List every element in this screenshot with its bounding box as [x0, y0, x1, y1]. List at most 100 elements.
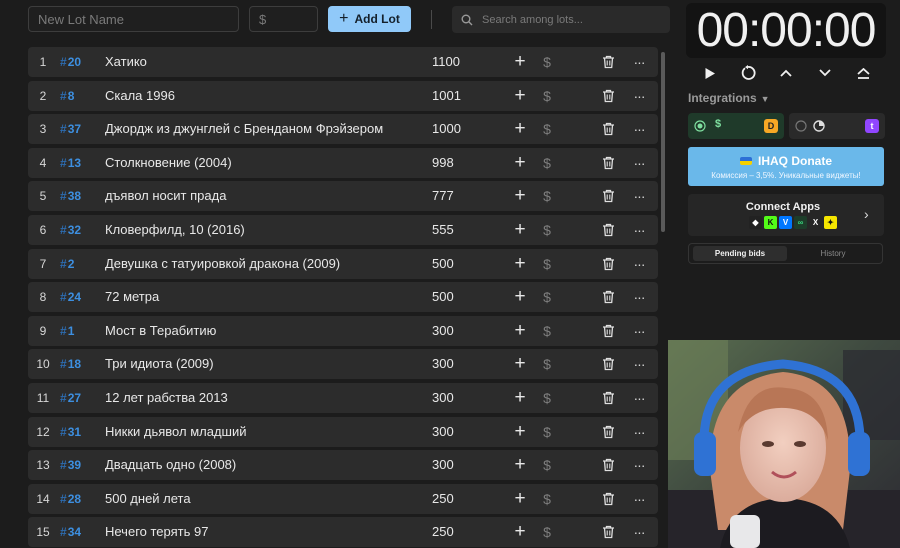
- lot-name[interactable]: Хатико: [105, 47, 435, 77]
- more-options-icon[interactable]: ···: [631, 81, 647, 111]
- lot-list-scrollbar[interactable]: [661, 52, 665, 232]
- search-box[interactable]: [452, 6, 670, 33]
- dollar-icon[interactable]: $: [540, 47, 554, 77]
- lot-amount[interactable]: 998: [432, 148, 454, 178]
- more-options-icon[interactable]: ···: [631, 215, 647, 245]
- play-icon[interactable]: [700, 64, 720, 82]
- dollar-icon[interactable]: $: [540, 81, 554, 111]
- lot-name[interactable]: 12 лет рабства 2013: [105, 383, 435, 413]
- dollar-icon[interactable]: $: [540, 484, 554, 514]
- lot-amount[interactable]: 1001: [432, 81, 461, 111]
- donationalerts-integration[interactable]: $ D: [688, 113, 784, 139]
- add-amount-icon[interactable]: +: [512, 349, 528, 379]
- add-amount-icon[interactable]: +: [512, 417, 528, 447]
- lot-name[interactable]: Три идиота (2009): [105, 349, 435, 379]
- add-amount-icon[interactable]: +: [512, 114, 528, 144]
- dollar-icon[interactable]: $: [540, 349, 554, 379]
- trash-icon[interactable]: [600, 114, 616, 144]
- more-options-icon[interactable]: ···: [631, 249, 647, 279]
- double-chevron-up-icon[interactable]: [853, 64, 873, 82]
- lot-name[interactable]: Столкновение (2004): [105, 148, 435, 178]
- lot-amount[interactable]: 300: [432, 316, 454, 346]
- dollar-icon[interactable]: $: [540, 181, 554, 211]
- twitch-integration[interactable]: t: [789, 113, 885, 139]
- more-options-icon[interactable]: ···: [631, 417, 647, 447]
- add-amount-icon[interactable]: +: [512, 316, 528, 346]
- trash-icon[interactable]: [600, 517, 616, 547]
- lot-amount[interactable]: 300: [432, 417, 454, 447]
- lot-name[interactable]: Девушка с татуировкой дракона (2009): [105, 249, 435, 279]
- lot-amount[interactable]: 250: [432, 484, 454, 514]
- trash-icon[interactable]: [600, 215, 616, 245]
- lot-amount[interactable]: 500: [432, 282, 454, 312]
- dollar-icon[interactable]: $: [540, 517, 554, 547]
- trash-icon[interactable]: [600, 249, 616, 279]
- lot-amount[interactable]: 250: [432, 517, 454, 547]
- lot-name[interactable]: Кловерфилд, 10 (2016): [105, 215, 435, 245]
- more-options-icon[interactable]: ···: [631, 148, 647, 178]
- reset-icon[interactable]: [738, 64, 758, 82]
- trash-icon[interactable]: [600, 282, 616, 312]
- add-amount-icon[interactable]: +: [512, 215, 528, 245]
- trash-icon[interactable]: [600, 316, 616, 346]
- add-amount-icon[interactable]: +: [512, 282, 528, 312]
- integrations-header[interactable]: Integrations ▼: [688, 91, 770, 105]
- lot-name[interactable]: дъявол носит прада: [105, 181, 435, 211]
- add-amount-icon[interactable]: +: [512, 47, 528, 77]
- add-amount-icon[interactable]: +: [512, 383, 528, 413]
- trash-icon[interactable]: [600, 417, 616, 447]
- more-options-icon[interactable]: ···: [631, 484, 647, 514]
- dollar-icon[interactable]: $: [540, 148, 554, 178]
- add-amount-icon[interactable]: +: [512, 450, 528, 480]
- add-amount-icon[interactable]: +: [512, 484, 528, 514]
- dollar-icon[interactable]: $: [540, 215, 554, 245]
- lot-name[interactable]: Никки дьявол младший: [105, 417, 435, 447]
- search-input[interactable]: [480, 12, 664, 27]
- lot-name[interactable]: Двадцать одно (2008): [105, 450, 435, 480]
- lot-amount-input[interactable]: [249, 6, 318, 32]
- more-options-icon[interactable]: ···: [631, 282, 647, 312]
- lot-name[interactable]: Джордж из джунглей с Бренданом Фрэйзером: [105, 114, 435, 144]
- dollar-icon[interactable]: $: [540, 249, 554, 279]
- trash-icon[interactable]: [600, 349, 616, 379]
- dollar-icon[interactable]: $: [540, 114, 554, 144]
- lot-amount[interactable]: 300: [432, 383, 454, 413]
- more-options-icon[interactable]: ···: [631, 349, 647, 379]
- add-lot-button[interactable]: + Add Lot: [328, 6, 411, 32]
- lot-name[interactable]: Нечего терять 97: [105, 517, 435, 547]
- trash-icon[interactable]: [600, 484, 616, 514]
- more-options-icon[interactable]: ···: [631, 383, 647, 413]
- add-amount-icon[interactable]: +: [512, 517, 528, 547]
- ihaq-donate-banner[interactable]: IHAQ Donate Комиссия – 3,5%. Уникальные …: [688, 147, 884, 186]
- more-options-icon[interactable]: ···: [631, 181, 647, 211]
- new-lot-name-input[interactable]: [28, 6, 239, 32]
- lot-amount[interactable]: 777: [432, 181, 454, 211]
- tab-pending-bids[interactable]: Pending bids: [693, 246, 787, 261]
- lot-amount[interactable]: 300: [432, 349, 454, 379]
- add-amount-icon[interactable]: +: [512, 249, 528, 279]
- lot-amount[interactable]: 1100: [432, 47, 460, 77]
- add-amount-icon[interactable]: +: [512, 148, 528, 178]
- more-options-icon[interactable]: ···: [631, 316, 647, 346]
- connect-apps-card[interactable]: Connect Apps ◆ K V ∞ X ✦ ›: [688, 194, 884, 236]
- dollar-icon[interactable]: $: [540, 450, 554, 480]
- trash-icon[interactable]: [600, 450, 616, 480]
- chevron-down-icon[interactable]: [815, 64, 835, 82]
- lot-name[interactable]: Мост в Терабитию: [105, 316, 435, 346]
- lot-amount[interactable]: 1000: [432, 114, 461, 144]
- trash-icon[interactable]: [600, 47, 616, 77]
- lot-name[interactable]: 500 дней лета: [105, 484, 435, 514]
- lot-amount[interactable]: 500: [432, 249, 454, 279]
- trash-icon[interactable]: [600, 181, 616, 211]
- dollar-icon[interactable]: $: [540, 417, 554, 447]
- lot-amount[interactable]: 555: [432, 215, 454, 245]
- more-options-icon[interactable]: ···: [631, 517, 647, 547]
- add-amount-icon[interactable]: +: [512, 181, 528, 211]
- lot-amount[interactable]: 300: [432, 450, 454, 480]
- chevron-up-icon[interactable]: [776, 64, 796, 82]
- dollar-icon[interactable]: $: [540, 316, 554, 346]
- lot-name[interactable]: Скала 1996: [105, 81, 435, 111]
- lot-name[interactable]: 72 метра: [105, 282, 435, 312]
- dollar-icon[interactable]: $: [540, 383, 554, 413]
- trash-icon[interactable]: [600, 148, 616, 178]
